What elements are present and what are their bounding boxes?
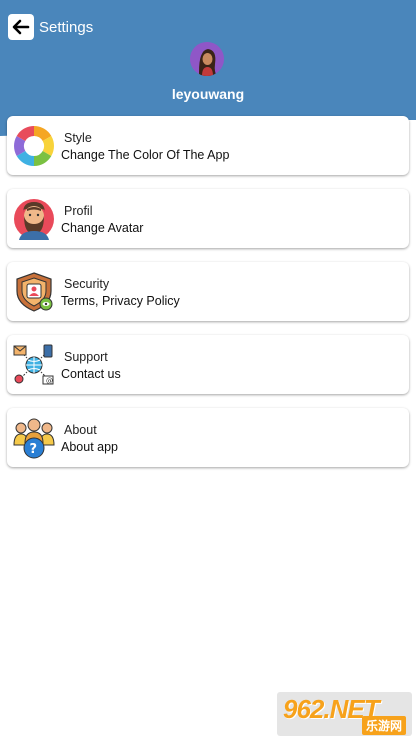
settings-item-subtitle: About app: [61, 440, 118, 454]
watermark: 962.NET 乐游网: [277, 692, 412, 736]
settings-item-style[interactable]: Style Change The Color Of The App: [7, 116, 409, 175]
svg-text:@: @: [46, 377, 53, 385]
user-avatar-icon[interactable]: [190, 42, 224, 76]
settings-list: Style Change The Color Of The App Profil…: [7, 116, 409, 481]
people-question-icon: ?: [13, 418, 55, 459]
settings-item-title: Profil: [64, 204, 93, 218]
settings-item-profil[interactable]: Profil Change Avatar: [7, 189, 409, 248]
settings-item-title: Support: [64, 350, 108, 364]
settings-item-about[interactable]: ? About About app: [7, 408, 409, 467]
network-support-icon: @: [13, 344, 54, 385]
shield-user-icon: [16, 272, 53, 312]
settings-item-subtitle: Contact us: [61, 367, 121, 381]
settings-item-subtitle: Change The Color Of The App: [61, 148, 230, 162]
settings-item-subtitle: Change Avatar: [61, 221, 144, 235]
settings-item-title: Style: [64, 131, 92, 145]
page-title: Settings: [39, 19, 94, 36]
back-button[interactable]: [8, 14, 34, 40]
settings-item-security[interactable]: Security Terms, Privacy Policy: [7, 262, 409, 321]
settings-item-subtitle: Terms, Privacy Policy: [61, 294, 180, 308]
watermark-sub: 乐游网: [361, 716, 406, 735]
settings-item-title: Security: [64, 277, 110, 291]
username: leyouwang: [171, 86, 245, 102]
arrow-left-icon: [12, 19, 30, 35]
svg-text:?: ?: [30, 442, 38, 457]
color-wheel-icon: [14, 126, 54, 166]
settings-item-title: About: [64, 423, 97, 437]
bearded-man-avatar-icon: [14, 199, 54, 240]
settings-item-support[interactable]: @ Support Contact us: [7, 335, 409, 394]
